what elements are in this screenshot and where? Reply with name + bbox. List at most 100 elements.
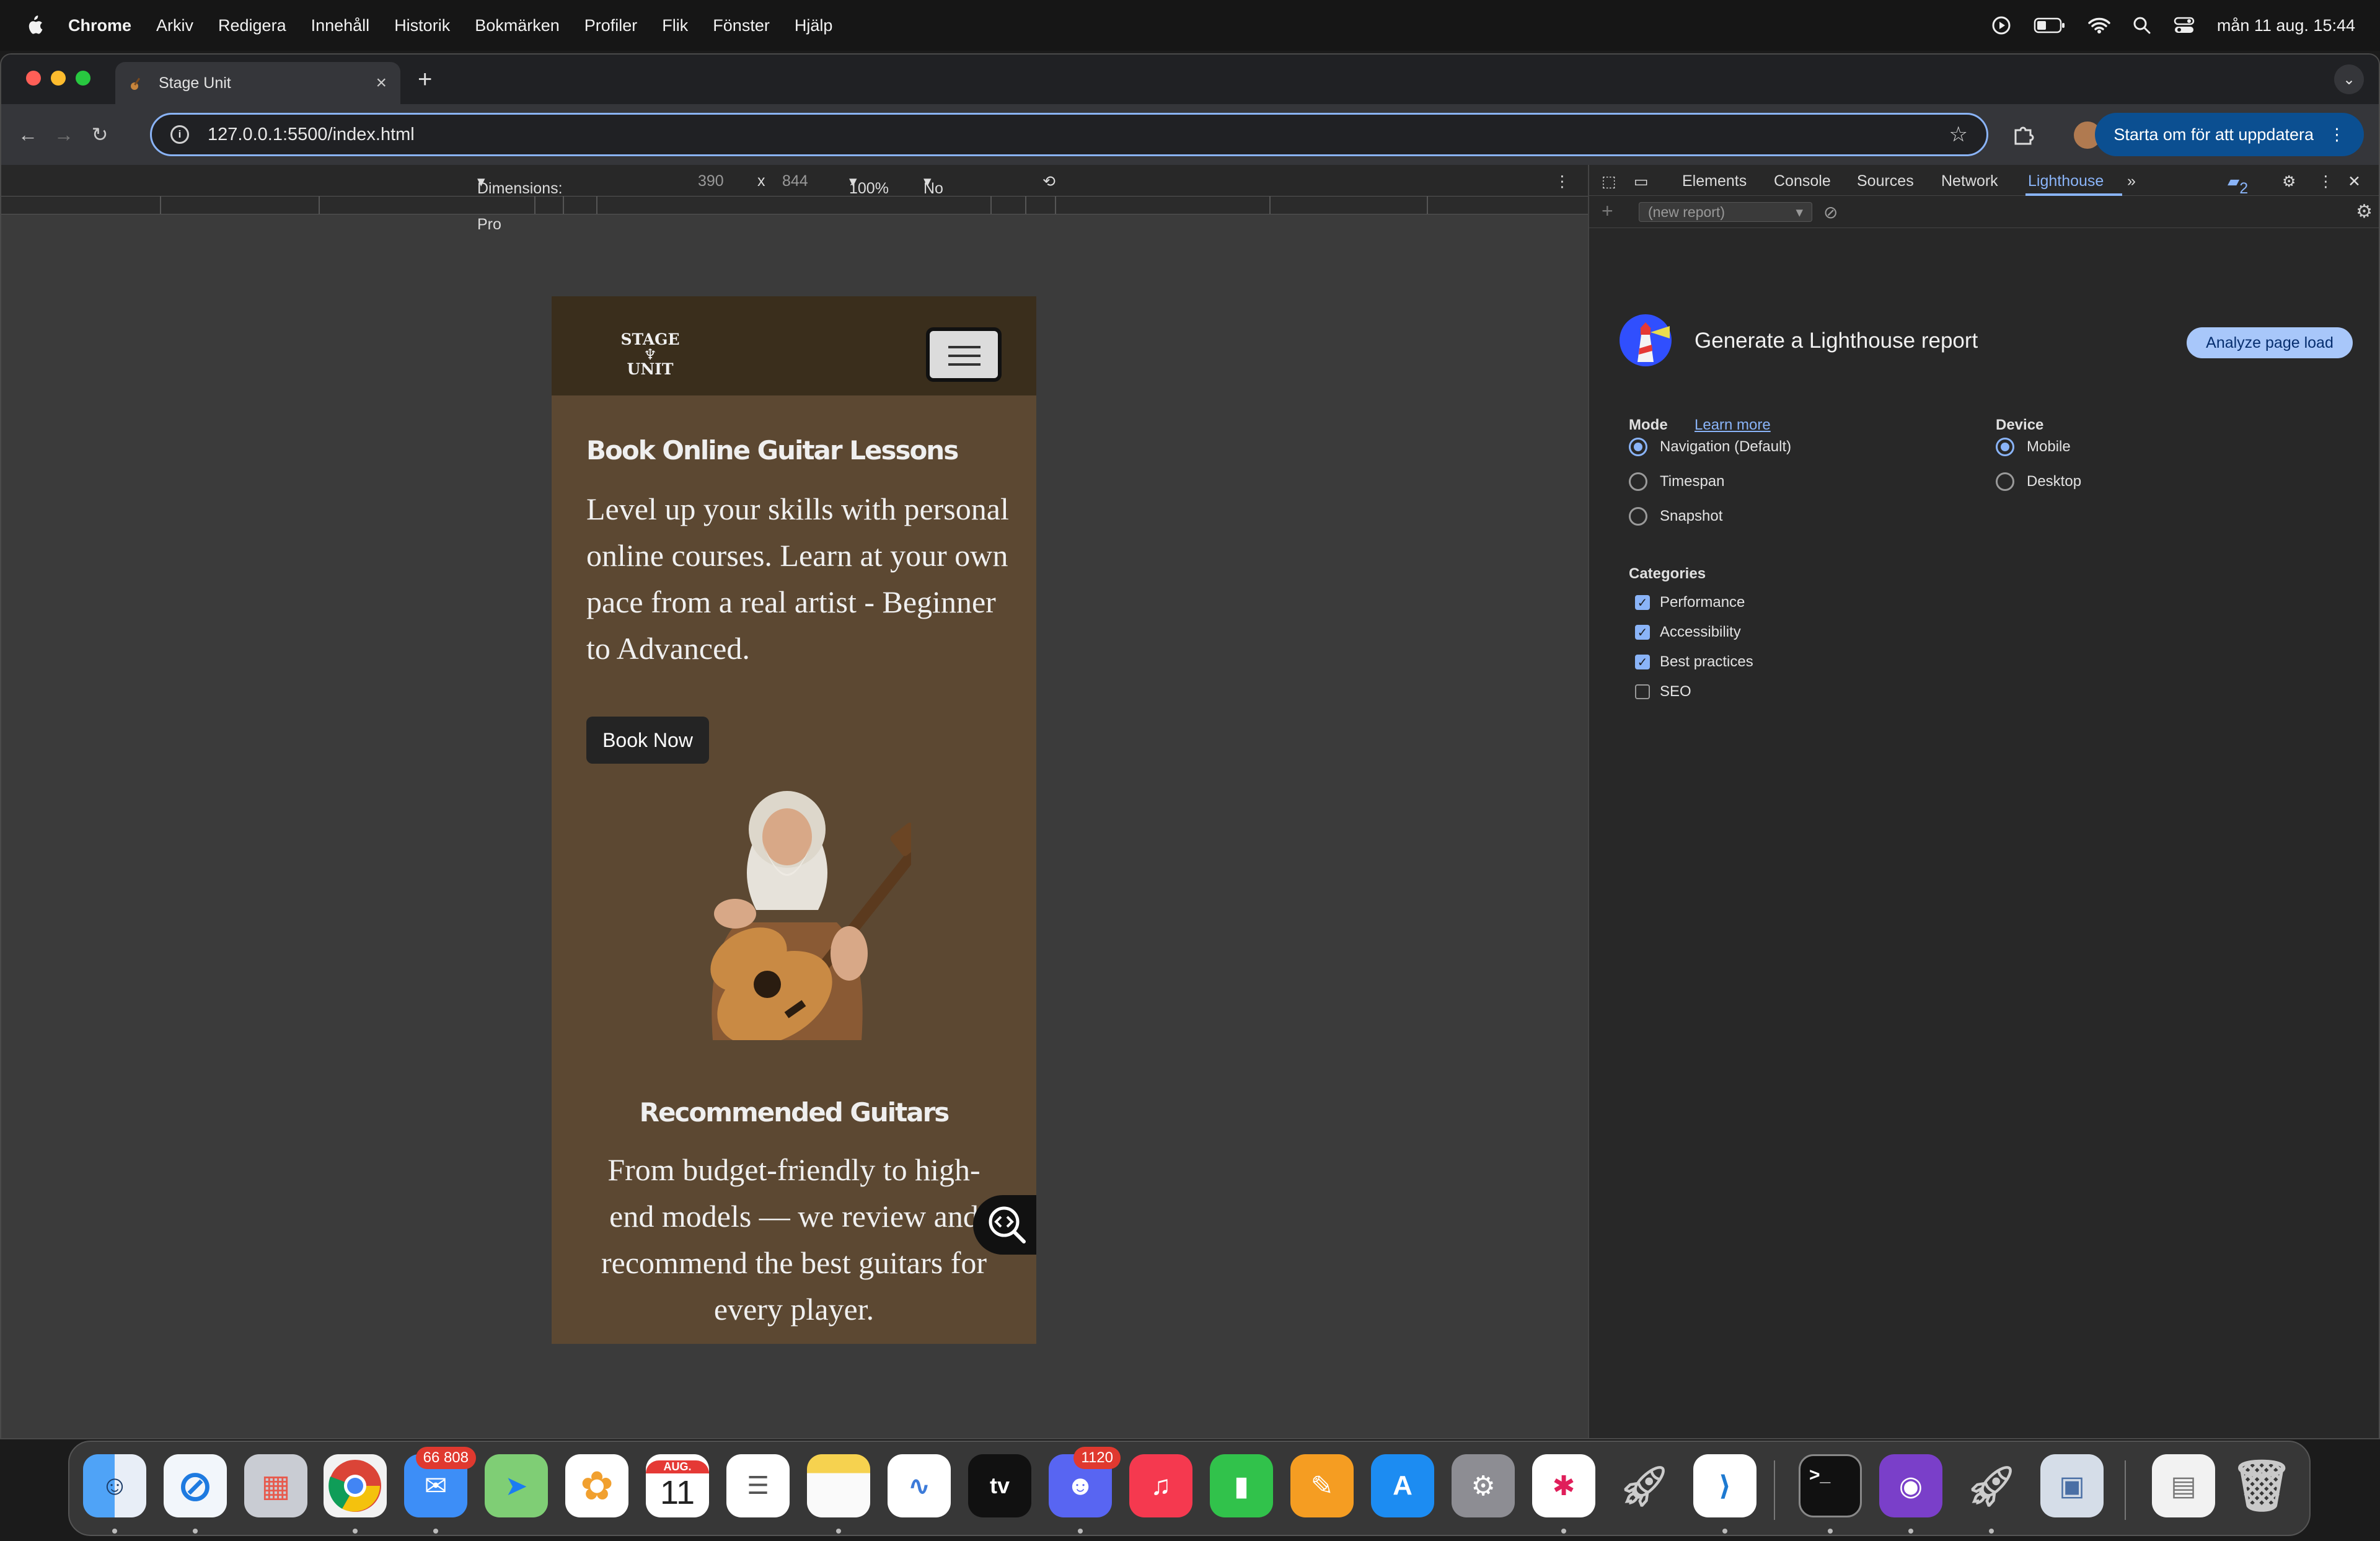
tab-network[interactable]: Network [1941,172,1998,190]
browser-tab[interactable]: Stage Unit × [115,62,400,104]
address-bar[interactable]: i 127.0.0.1:5500/index.html ☆ [150,113,1988,156]
device-dimensions-dropdown[interactable]: Dimensions: iPhone 12 Pro ▾ [477,172,563,233]
control-center-icon[interactable] [2174,17,2195,34]
analyze-page-load-button[interactable]: Analyze page load [2187,327,2353,358]
safari-icon[interactable]: ⊘ [164,1454,227,1517]
close-window-button[interactable] [26,71,41,86]
maps-icon[interactable]: ➤ [485,1454,548,1517]
finder-icon[interactable]: ☺ [83,1454,146,1517]
book-now-button[interactable]: Book Now [586,717,709,764]
radio-button[interactable] [1629,438,1647,456]
rotate-icon[interactable]: ⟲ [1042,172,1056,191]
slack-icon[interactable]: ✱ [1532,1454,1595,1517]
category-seo-checkbox[interactable]: SEO [1635,683,1691,700]
mode-snapshot-radio[interactable]: Snapshot [1629,507,1722,526]
bookmark-star-icon[interactable]: ☆ [1949,122,1968,147]
tab-lighthouse[interactable]: Lighthouse [2028,172,2104,190]
height-input[interactable]: 844 [782,172,808,190]
menu-innehall[interactable]: Innehåll [311,16,370,35]
preview-icon[interactable]: ▣ [2040,1454,2104,1517]
now-playing-icon[interactable] [1991,15,2011,35]
issues-badge[interactable]: ▰ 2 [2228,172,2248,197]
device-toolbar-more-icon[interactable]: ⋮ [1554,172,1570,191]
mode-timespan-radio[interactable]: Timespan [1629,472,1724,491]
rocket-2-icon[interactable]: 🚀︎ [1960,1454,2023,1517]
calendar-icon[interactable]: AUG. 11 [646,1454,709,1517]
category-performance-checkbox[interactable]: ✓ Performance [1635,594,1745,611]
media-query-ruler[interactable] [1,196,1588,214]
device-mobile-radio[interactable]: Mobile [1996,438,2071,456]
tab-sources[interactable]: Sources [1857,172,1914,190]
menu-app-name[interactable]: Chrome [68,16,131,35]
spotlight-search-icon[interactable] [2133,16,2151,35]
radio-button[interactable] [1629,507,1647,526]
minimize-window-button[interactable] [51,71,66,86]
tab-console[interactable]: Console [1774,172,1831,190]
back-arrow-icon[interactable]: ← [10,123,46,146]
launchpad-icon[interactable]: ▦ [244,1454,307,1517]
device-desktop-radio[interactable]: Desktop [1996,472,2081,491]
radio-button[interactable] [1996,472,2014,491]
music-icon[interactable]: ♫ [1129,1454,1192,1517]
menu-hjalp[interactable]: Hjälp [795,16,833,35]
github-desktop-icon[interactable]: ◉ [1879,1454,1942,1517]
apple-logo-icon[interactable] [25,15,43,36]
tab-search-button[interactable]: ⌄ [2334,64,2364,94]
photos-icon[interactable]: ✿ [565,1454,628,1517]
apple-tv-icon[interactable]: tv [968,1454,1031,1517]
menu-clock[interactable]: mån 11 aug. 15:44 [2217,16,2355,35]
forward-arrow-icon[interactable]: → [46,123,82,146]
notes-icon[interactable] [807,1454,870,1517]
inspect-zoom-floating-button[interactable] [973,1195,1036,1255]
menu-profiler[interactable]: Profiler [584,16,638,35]
checkbox[interactable]: ✓ [1635,655,1650,669]
reminders-icon[interactable]: ☰ [726,1454,790,1517]
chrome-icon[interactable] [324,1454,387,1517]
menu-historik[interactable]: Historik [394,16,450,35]
site-info-icon[interactable]: i [170,125,189,144]
extensions-puzzle-icon[interactable] [2012,123,2035,146]
inspect-element-icon[interactable]: ⬚ [1602,172,1616,191]
tab-elements[interactable]: Elements [1682,172,1747,190]
zoom-window-button[interactable] [76,71,90,86]
radio-button[interactable] [1629,472,1647,491]
rocket-icon[interactable]: 🚀︎ [1613,1454,1676,1517]
clear-reports-icon[interactable]: ⊘ [1823,202,1838,223]
reload-icon[interactable]: ↻ [82,123,118,146]
documents-stack-icon[interactable]: ▤ [2152,1454,2215,1517]
report-select[interactable]: (new report) ▾ [1639,202,1812,222]
site-logo[interactable]: STAGE ♆ UNIT [610,331,690,378]
more-tabs-chevron-icon[interactable]: » [2127,172,2136,190]
width-input[interactable]: 390 [698,172,724,190]
discord-icon[interactable]: ☻ 1120 [1049,1447,1121,1517]
freeform-icon[interactable]: ∿ [888,1454,951,1517]
devtools-more-icon[interactable]: ⋮ [2318,172,2334,191]
new-tab-button[interactable]: + [418,66,432,94]
wifi-icon[interactable] [2088,17,2110,34]
category-accessibility-checkbox[interactable]: ✓ Accessibility [1635,624,1741,641]
terminal-icon[interactable]: >_ [1799,1454,1862,1517]
lighthouse-settings-gear-icon[interactable]: ⚙ [2356,201,2373,223]
system-settings-icon[interactable]: ⚙ [1452,1454,1515,1517]
vscode-icon[interactable]: ⟩ [1693,1454,1756,1517]
zoom-dropdown[interactable]: 100% ▾ [849,172,889,197]
battery-icon[interactable] [2034,17,2066,34]
hamburger-menu-button[interactable] [926,327,1002,382]
radio-button[interactable] [1996,438,2014,456]
devtools-settings-gear-icon[interactable]: ⚙ [2282,172,2296,191]
numbers-icon[interactable]: ▮ [1210,1454,1273,1517]
restart-to-update-button[interactable]: Starta om för att uppdatera ⋮ [2095,113,2364,156]
pages-icon[interactable]: ✎ [1290,1454,1354,1517]
checkbox[interactable]: ✓ [1635,595,1650,610]
menu-redigera[interactable]: Redigera [218,16,286,35]
trash-icon[interactable]: 🗑︎ [2230,1454,2293,1517]
checkbox[interactable]: ✓ [1635,625,1650,640]
menu-flik[interactable]: Flik [662,16,688,35]
category-best-practices-checkbox[interactable]: ✓ Best practices [1635,653,1753,671]
mode-navigation-radio[interactable]: Navigation (Default) [1629,438,1791,456]
learn-more-link[interactable]: Learn more [1695,417,1771,434]
device-toggle-icon[interactable]: ▭ [1634,172,1649,191]
mail-icon[interactable]: ✉ 66 808 [404,1447,476,1517]
checkbox[interactable] [1635,684,1650,699]
throttling-dropdown[interactable]: No throttling ▾ [923,172,983,215]
